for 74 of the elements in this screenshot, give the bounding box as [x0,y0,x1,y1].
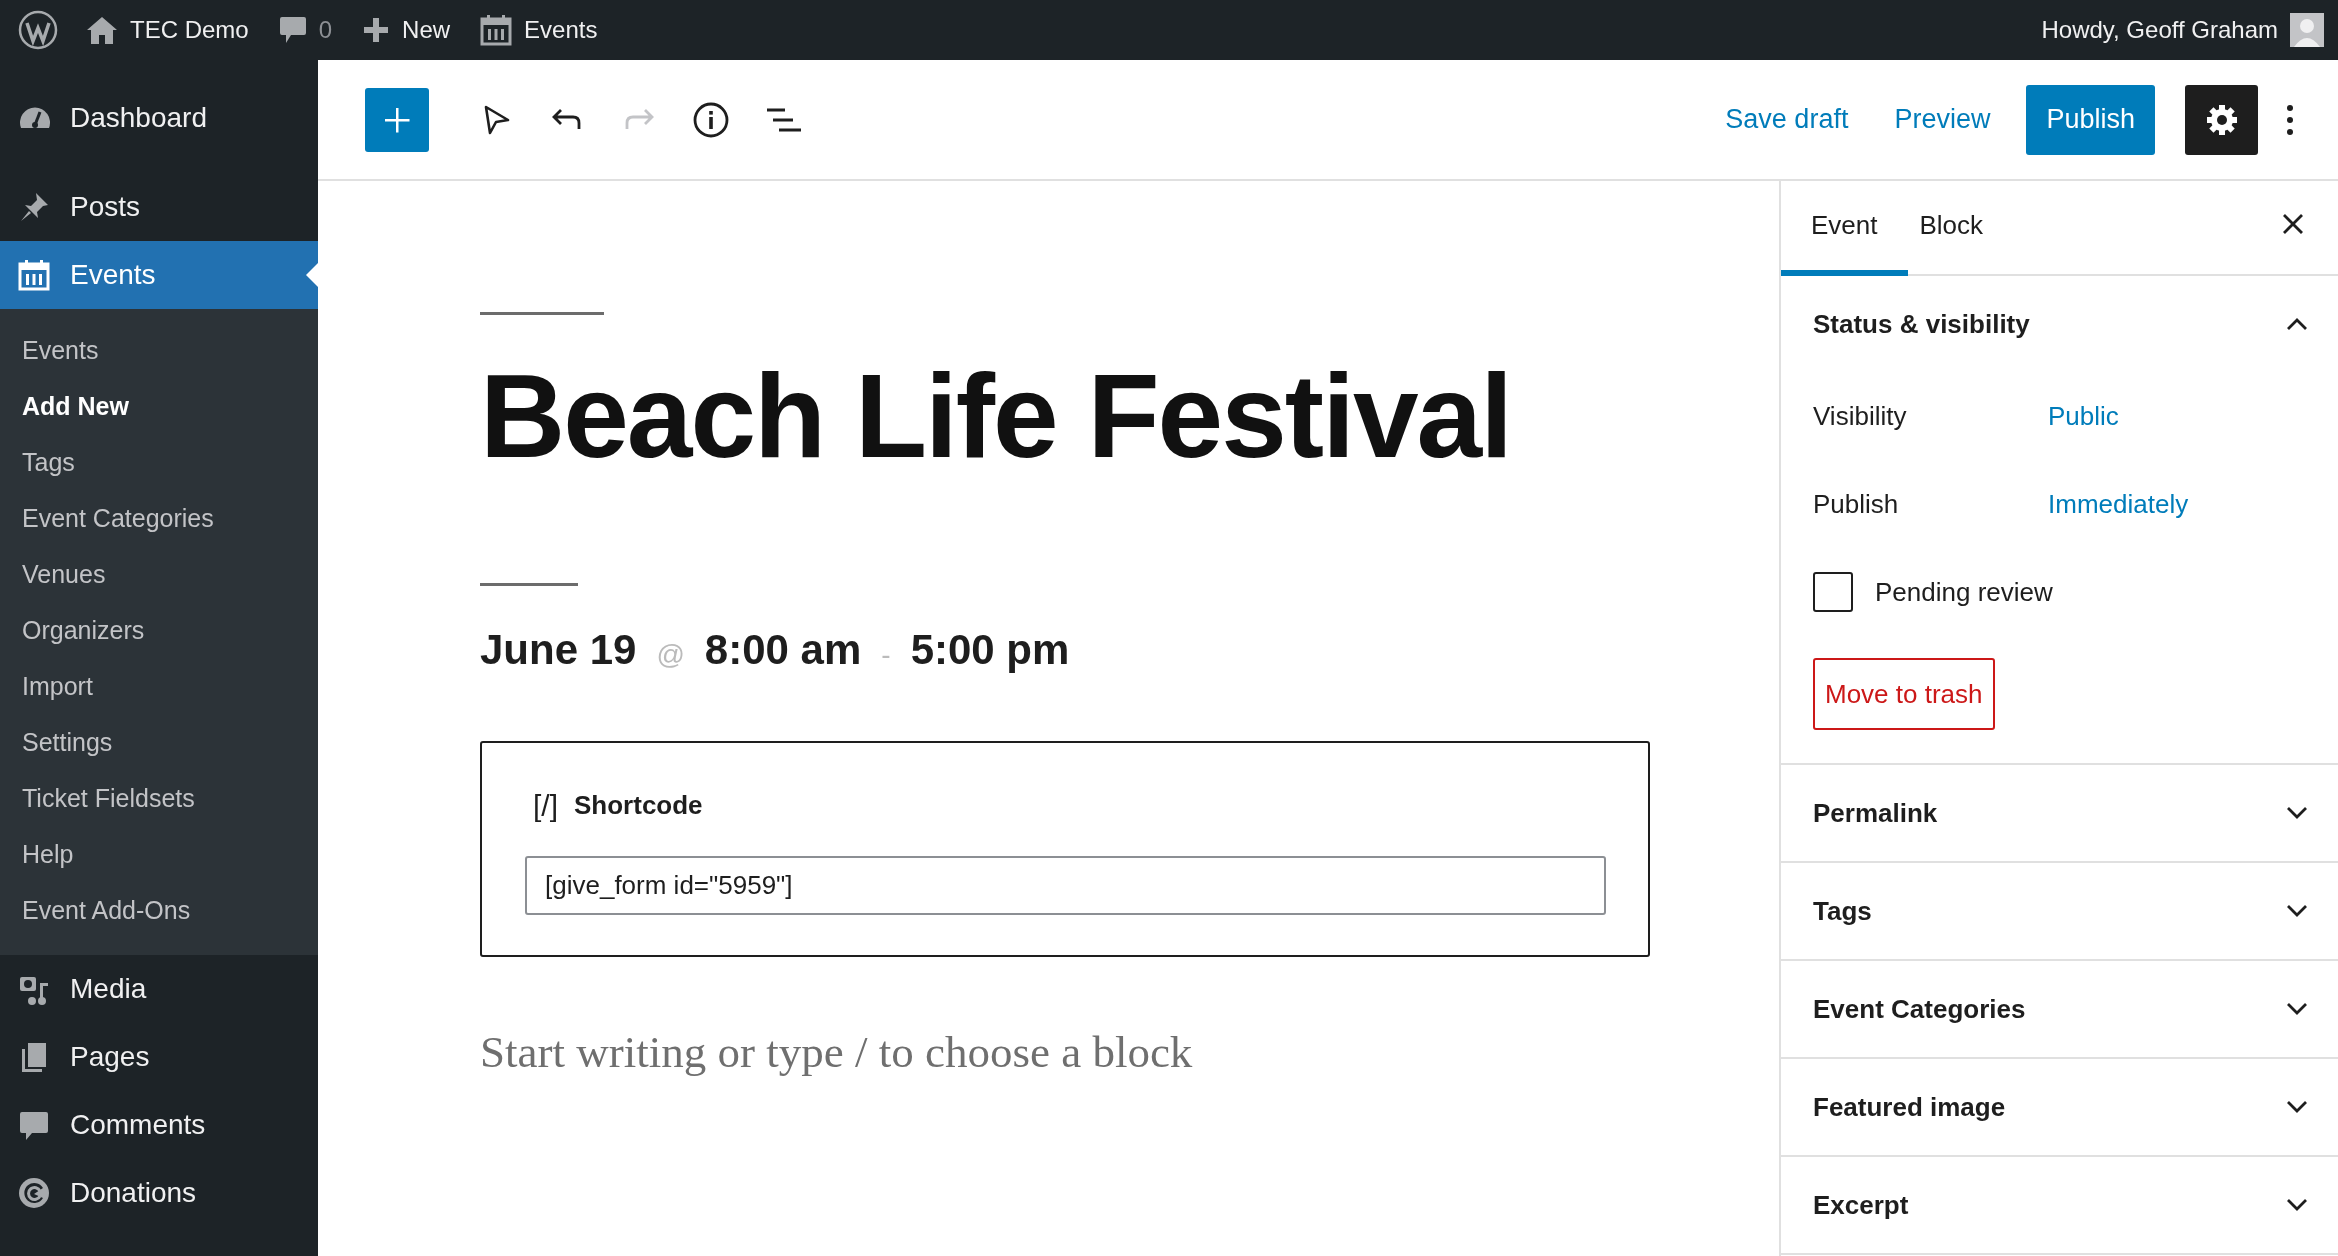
section-header[interactable]: Status & visibility [1781,276,2338,372]
calendar-icon [480,14,513,46]
sidebar-item[interactable]: Pages [0,1023,318,1091]
submenu-item[interactable]: Organizers [0,603,318,659]
sidebar-item[interactable]: Events [0,241,318,309]
comment-bubble-icon [18,1109,50,1141]
comment-bubble-icon [278,15,307,45]
avatar-icon [2290,13,2324,47]
sidebar-item[interactable]: Dashboard [0,84,318,152]
shortcode-icon: [/] [533,783,558,828]
event-start-time[interactable]: 8:00 am [704,618,862,681]
submenu-item[interactable]: Settings [0,715,318,771]
add-block-button[interactable] [365,87,429,152]
current-page-pointer [306,263,318,287]
submenu-item[interactable]: Add New [0,379,318,435]
section-header[interactable]: Permalink [1781,765,2338,861]
home-icon [86,15,118,45]
checkbox[interactable] [1813,572,1853,612]
chevron-icon [2286,317,2308,331]
at-separator: @ [656,638,685,672]
submenu-item[interactable]: Ticket Fieldsets [0,771,318,827]
comments-link[interactable]: 0 [278,12,333,48]
chevron-icon [2286,806,2308,820]
section-header[interactable]: Event Categories [1781,961,2338,1057]
block-label: Shortcode [574,789,703,822]
submenu-item[interactable]: Event Categories [0,491,318,547]
sidebar-item[interactable]: Donations [0,1159,318,1227]
sidebar-item[interactable]: Posts [0,173,318,241]
chevron-icon [2286,1002,2308,1016]
setting-label: Visibility [1813,399,1908,433]
submenu-item[interactable]: Import [0,659,318,715]
events-link[interactable]: Events [480,12,598,48]
event-end-time[interactable]: 5:00 pm [910,618,1070,681]
close-icon[interactable] [2282,213,2304,235]
new-link[interactable]: New [362,12,451,48]
setting-value-link[interactable]: Immediately [2048,484,2189,524]
sidebar-item[interactable]: Comments [0,1091,318,1159]
chevron-icon [2286,1198,2308,1212]
submenu-item[interactable]: Events [0,323,318,379]
sidebar-item[interactable]: Media [0,955,318,1023]
more-options-icon[interactable] [2286,102,2294,137]
section-header[interactable]: Featured image [1781,1059,2338,1155]
shortcode-field[interactable]: [give_form id="5959"] [525,856,1606,915]
panel-tab[interactable]: Block [1907,181,2014,276]
move-to-trash-button[interactable]: Move to trash [1813,658,1995,730]
panel-tab[interactable]: Event [1781,181,1908,276]
wordpress-logo-icon[interactable] [18,10,58,50]
publish-button[interactable]: Publish [2026,84,2155,155]
chevron-icon [2286,1100,2308,1114]
site-link[interactable]: TEC Demo [86,12,249,48]
submenu-item[interactable]: Venues [0,547,318,603]
post-title[interactable]: Beach Life Festival [480,357,1779,475]
account-link[interactable]: Howdy, Geoff Graham [2041,12,2324,48]
chevron-icon [2286,904,2308,918]
time-separator: - [881,638,891,672]
save-draft-link[interactable]: Save draft [1715,91,1859,148]
submenu-item[interactable]: Tags [0,435,318,491]
preview-link[interactable]: Preview [1884,91,2001,148]
submenu-item[interactable]: Event Add-Ons [0,883,318,939]
checkbox-label: Pending review [1875,575,2053,609]
circle-logo-icon [18,1177,50,1209]
event-date[interactable]: June 19 [480,618,637,681]
settings-button[interactable] [2185,84,2258,155]
section-header[interactable]: Tags [1781,863,2338,959]
submenu-item[interactable]: Help [0,827,318,883]
settings-icon [2204,102,2239,137]
section-header[interactable]: Excerpt [1781,1157,2338,1253]
shortcode-block[interactable]: [/] Shortcode [give_form id="5959"] [480,741,1650,957]
pin-icon [18,191,50,223]
plus-icon [362,16,391,44]
calendar-icon [18,259,50,291]
setting-value-link[interactable]: Public [2048,396,2119,436]
info-icon[interactable] [693,101,731,138]
setting-label: Publish [1813,487,1900,521]
